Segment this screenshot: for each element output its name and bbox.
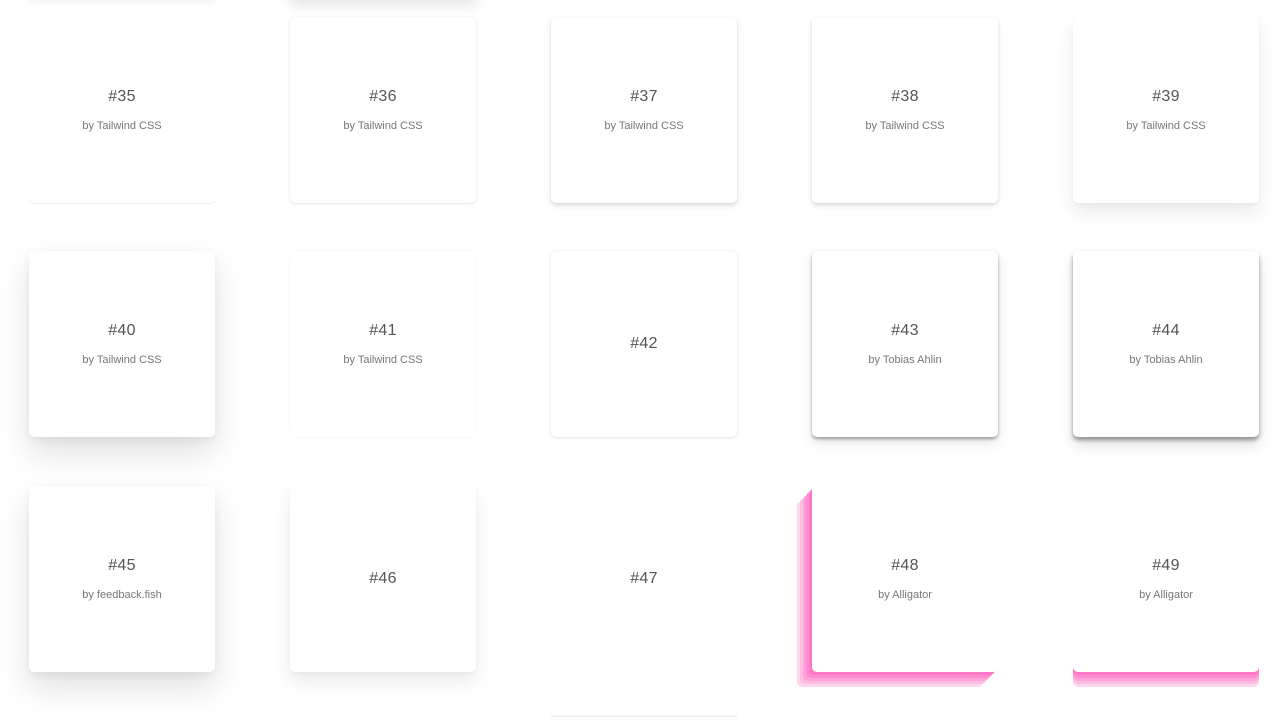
card-number: #42: [630, 335, 658, 352]
card-number: #37: [630, 88, 658, 105]
card-number: #44: [1152, 322, 1180, 339]
shadow-card-48[interactable]: #48 by Alligator: [812, 486, 998, 672]
card-author: by Tailwind CSS: [604, 120, 684, 132]
card-number: #35: [108, 88, 136, 105]
card-number: #48: [891, 557, 919, 574]
shadow-card-44[interactable]: #44 by Tobias Ahlin: [1073, 251, 1259, 437]
shadow-card-45[interactable]: #45 by feedback.fish: [29, 486, 215, 672]
card-author: by Tobias Ahlin: [868, 354, 942, 366]
card-number: #46: [369, 570, 397, 587]
shadow-card-43[interactable]: #43 by Tobias Ahlin: [812, 251, 998, 437]
shadow-card-39[interactable]: #39 by Tailwind CSS: [1073, 17, 1259, 203]
shadow-card-35[interactable]: #35 by Tailwind CSS: [29, 17, 215, 203]
card-author: by Tailwind CSS: [343, 120, 423, 132]
card-number: #45: [108, 557, 136, 574]
shadow-card-47[interactable]: #47: [551, 486, 737, 672]
card-number: #47: [630, 570, 658, 587]
shadow-card-46[interactable]: #46: [290, 486, 476, 672]
card-author: by Tobias Ahlin: [1129, 354, 1203, 366]
shadow-gallery: #35 by Tailwind CSS #36 by Tailwind CSS …: [0, 0, 1280, 720]
shadow-card-42[interactable]: #42: [551, 251, 737, 437]
card-author: by Alligator: [1139, 589, 1193, 601]
card-author: by Tailwind CSS: [82, 354, 162, 366]
card-number: #40: [108, 322, 136, 339]
shadow-card-36[interactable]: #36 by Tailwind CSS: [290, 17, 476, 203]
card-number: #39: [1152, 88, 1180, 105]
card-number: #41: [369, 322, 397, 339]
card-number: #49: [1152, 557, 1180, 574]
card-author: by Tailwind CSS: [1126, 120, 1206, 132]
card-number: #43: [891, 322, 919, 339]
card-number: #36: [369, 88, 397, 105]
shadow-card-41[interactable]: #41 by Tailwind CSS: [290, 251, 476, 437]
card-author: by Tailwind CSS: [82, 120, 162, 132]
card-number: #38: [891, 88, 919, 105]
card-author: by feedback.fish: [82, 589, 162, 601]
shadow-card-40[interactable]: #40 by Tailwind CSS: [29, 251, 215, 437]
shadow-card-38[interactable]: #38 by Tailwind CSS: [812, 17, 998, 203]
card-author: by Tailwind CSS: [343, 354, 423, 366]
shadow-card-37[interactable]: #37 by Tailwind CSS: [551, 17, 737, 203]
card-author: by Tailwind CSS: [865, 120, 945, 132]
card-author: by Alligator: [878, 589, 932, 601]
shadow-card-49[interactable]: #49 by Alligator: [1073, 486, 1259, 672]
